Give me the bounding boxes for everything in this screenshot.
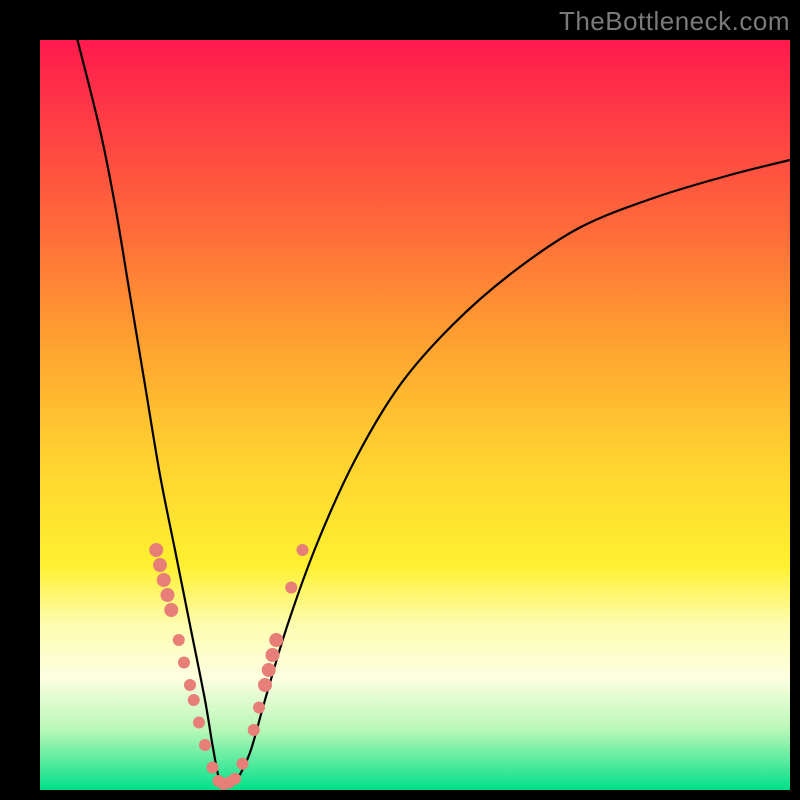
data-point bbox=[262, 663, 276, 677]
data-point bbox=[157, 573, 171, 587]
data-point bbox=[297, 544, 309, 556]
data-point bbox=[258, 678, 272, 692]
data-point bbox=[199, 739, 211, 751]
watermark-text: TheBottleneck.com bbox=[559, 6, 790, 37]
data-point bbox=[248, 724, 260, 736]
data-point bbox=[207, 762, 219, 774]
data-point bbox=[173, 634, 185, 646]
data-point bbox=[178, 657, 190, 669]
data-point bbox=[253, 702, 265, 714]
plot-area bbox=[40, 40, 790, 790]
data-point bbox=[153, 558, 167, 572]
curve-markers bbox=[149, 543, 308, 790]
data-point bbox=[266, 648, 280, 662]
data-point bbox=[149, 543, 163, 557]
data-point bbox=[229, 773, 241, 785]
data-point bbox=[188, 694, 200, 706]
data-point bbox=[285, 582, 297, 594]
data-point bbox=[164, 603, 178, 617]
data-point bbox=[184, 679, 196, 691]
data-point bbox=[193, 717, 205, 729]
data-point bbox=[269, 633, 283, 647]
data-point bbox=[161, 588, 175, 602]
bottleneck-curve bbox=[78, 40, 791, 787]
data-point bbox=[237, 758, 249, 770]
chart-frame: TheBottleneck.com bbox=[0, 0, 800, 800]
curve-svg bbox=[40, 40, 790, 790]
